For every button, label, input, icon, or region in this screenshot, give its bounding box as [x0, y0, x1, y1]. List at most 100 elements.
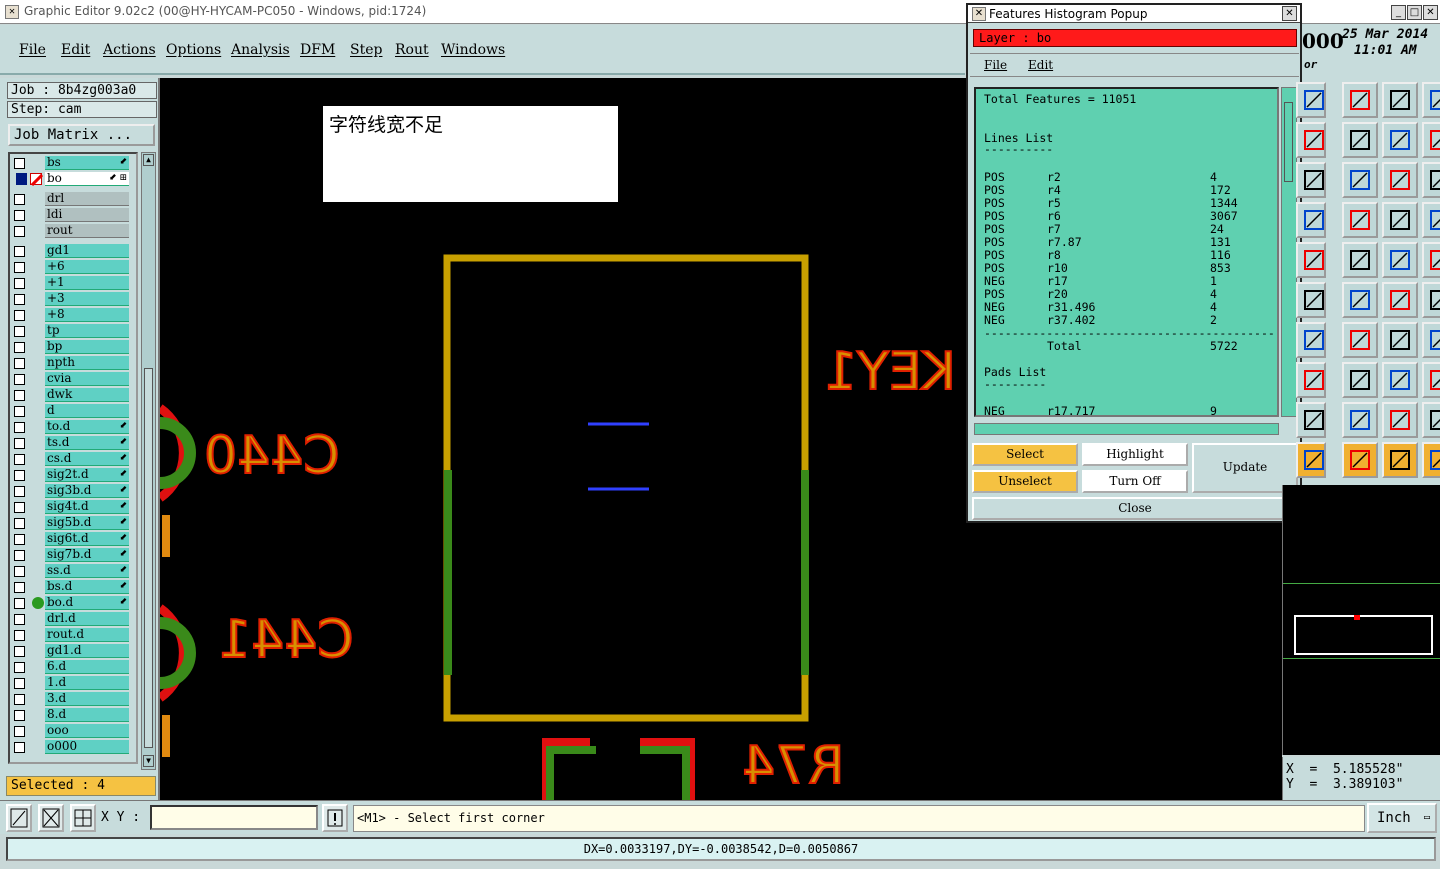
layer-name[interactable]: o000 — [45, 740, 129, 754]
histogram-scroll-thumb[interactable] — [1284, 102, 1293, 182]
layer-checkbox[interactable] — [14, 662, 25, 673]
layer-checkbox[interactable] — [14, 550, 25, 561]
close-button[interactable]: Close — [972, 497, 1298, 520]
path-icon[interactable] — [1422, 442, 1440, 478]
layer-checkbox[interactable] — [14, 678, 25, 689]
select-icon[interactable] — [1382, 442, 1418, 478]
layer-name[interactable]: +1 — [45, 276, 129, 290]
layer-row[interactable]: 3.d — [10, 692, 136, 706]
layer-checkbox[interactable] — [14, 246, 25, 257]
layer-checkbox[interactable] — [14, 726, 25, 737]
xy-input[interactable] — [150, 805, 318, 830]
layer-checkbox[interactable] — [14, 294, 25, 305]
layer-row[interactable]: d — [10, 404, 136, 418]
layer-checkbox[interactable] — [14, 310, 25, 321]
layer-row[interactable]: tp — [10, 324, 136, 338]
triangle-cut-icon[interactable] — [1422, 402, 1440, 438]
layer-row[interactable]: rout.d — [10, 628, 136, 642]
layer-name[interactable]: rout — [45, 224, 129, 238]
layer-name[interactable]: to.d ⬋ — [45, 420, 129, 434]
layer-name[interactable]: ts.d ⬋ — [45, 436, 129, 450]
target-icon[interactable] — [1422, 242, 1440, 278]
layer-row[interactable]: ts.d ⬋ — [10, 436, 136, 450]
layer-name[interactable]: +3 — [45, 292, 129, 306]
minimize-button[interactable]: _ — [1391, 5, 1406, 20]
layer-row[interactable]: ss.d ⬋ — [10, 564, 136, 578]
layer-checkbox[interactable] — [14, 710, 25, 721]
mirror-icon[interactable] — [1422, 322, 1440, 358]
menu-edit[interactable]: Edit — [61, 42, 90, 58]
layer-checkbox[interactable] — [14, 486, 25, 497]
maximize-button[interactable]: □ — [1407, 5, 1422, 20]
layer-row[interactable]: ldi — [10, 208, 136, 222]
layer-name[interactable]: bp — [45, 340, 129, 354]
overview-panel[interactable] — [1282, 485, 1440, 755]
layer-name[interactable]: gd1 — [45, 244, 129, 258]
layer-name[interactable]: +8 — [45, 308, 129, 322]
layer-name[interactable]: 1.d — [45, 676, 129, 690]
layer-name[interactable]: tp — [45, 324, 129, 338]
layer-row[interactable]: +8 — [10, 308, 136, 322]
window-icon[interactable] — [1342, 82, 1378, 118]
layer-row[interactable]: 1.d — [10, 676, 136, 690]
layer-row[interactable]: bo.d ⬋ — [10, 596, 136, 610]
layer-checkbox[interactable] — [14, 630, 25, 641]
layer-checkbox[interactable] — [14, 646, 25, 657]
layer-name[interactable]: d — [45, 404, 129, 418]
menu-dfm[interactable]: DFM — [300, 42, 335, 58]
layer-row[interactable]: sig6t.d ⬋ — [10, 532, 136, 546]
layer-row[interactable]: drl — [10, 192, 136, 206]
menu-file[interactable]: File — [19, 42, 46, 58]
home-icon[interactable] — [1382, 82, 1418, 118]
layer-row[interactable]: to.d ⬋ — [10, 420, 136, 434]
layer-row[interactable]: rout — [10, 224, 136, 238]
net-icon[interactable] — [1382, 202, 1418, 238]
export-icon[interactable] — [1342, 122, 1378, 158]
close-window-button[interactable]: ✕ — [1423, 5, 1438, 20]
triangle-icon[interactable] — [1342, 402, 1378, 438]
layer-checkbox[interactable] — [14, 614, 25, 625]
layer-name[interactable]: sig4t.d ⬋ — [45, 500, 129, 514]
layer-checkbox[interactable] — [14, 406, 25, 417]
layer-checkbox[interactable] — [14, 358, 25, 369]
layer-row[interactable]: cvia — [10, 372, 136, 386]
grid-view-icon[interactable] — [1342, 202, 1378, 238]
menu-windows[interactable]: Windows — [441, 42, 505, 58]
move-icon[interactable] — [1342, 162, 1378, 198]
layer-name[interactable]: 3.d — [45, 692, 129, 706]
layer-name[interactable]: sig5b.d ⬋ — [45, 516, 129, 530]
ruler-icon[interactable] — [1382, 242, 1418, 278]
layer-checkbox[interactable] — [14, 326, 25, 337]
menu-analysis[interactable]: Analysis — [231, 42, 290, 58]
menu-step[interactable]: Step — [350, 42, 382, 58]
frame-icon[interactable] — [1422, 82, 1440, 118]
layer-row[interactable]: 6.d — [10, 660, 136, 674]
layer-name[interactable]: 8.d — [45, 708, 129, 722]
unit-selector[interactable]: Inch ▭ — [1367, 803, 1437, 833]
layer-checkbox[interactable] — [14, 742, 25, 753]
turn-off-button[interactable]: Turn Off — [1082, 470, 1188, 493]
menu-actions[interactable]: Actions — [103, 42, 156, 58]
layer-name[interactable]: drl.d — [45, 612, 129, 626]
layer-checkbox[interactable] — [14, 374, 25, 385]
scroll-up-icon[interactable]: ▲ — [143, 154, 154, 166]
histogram-vscroll[interactable] — [1281, 87, 1297, 417]
camera-icon[interactable] — [1296, 242, 1326, 278]
scale-icon[interactable] — [1382, 162, 1418, 198]
layer-row[interactable]: sig3b.d ⬋ — [10, 484, 136, 498]
layer-row[interactable]: +3 — [10, 292, 136, 306]
layer-list-scrollbar[interactable]: ▲ ▼ — [141, 152, 156, 770]
line-h-icon[interactable] — [1342, 362, 1378, 398]
popup-menu-edit[interactable]: Edit — [1028, 58, 1053, 72]
layer-row[interactable]: npth — [10, 356, 136, 370]
measure-icon[interactable] — [1382, 362, 1418, 398]
layer-checkbox[interactable] — [14, 226, 25, 237]
layer-checkbox[interactable] — [14, 598, 25, 609]
layer-name[interactable]: rout.d — [45, 628, 129, 642]
layer-checkbox[interactable] — [14, 566, 25, 577]
layer-checkbox[interactable] — [14, 278, 25, 289]
popup-menu-file[interactable]: File — [984, 58, 1007, 72]
arrow-icon[interactable] — [1296, 402, 1326, 438]
layer-name[interactable]: cvia — [45, 372, 129, 386]
layer-row[interactable]: bs.d ⬋ — [10, 580, 136, 594]
